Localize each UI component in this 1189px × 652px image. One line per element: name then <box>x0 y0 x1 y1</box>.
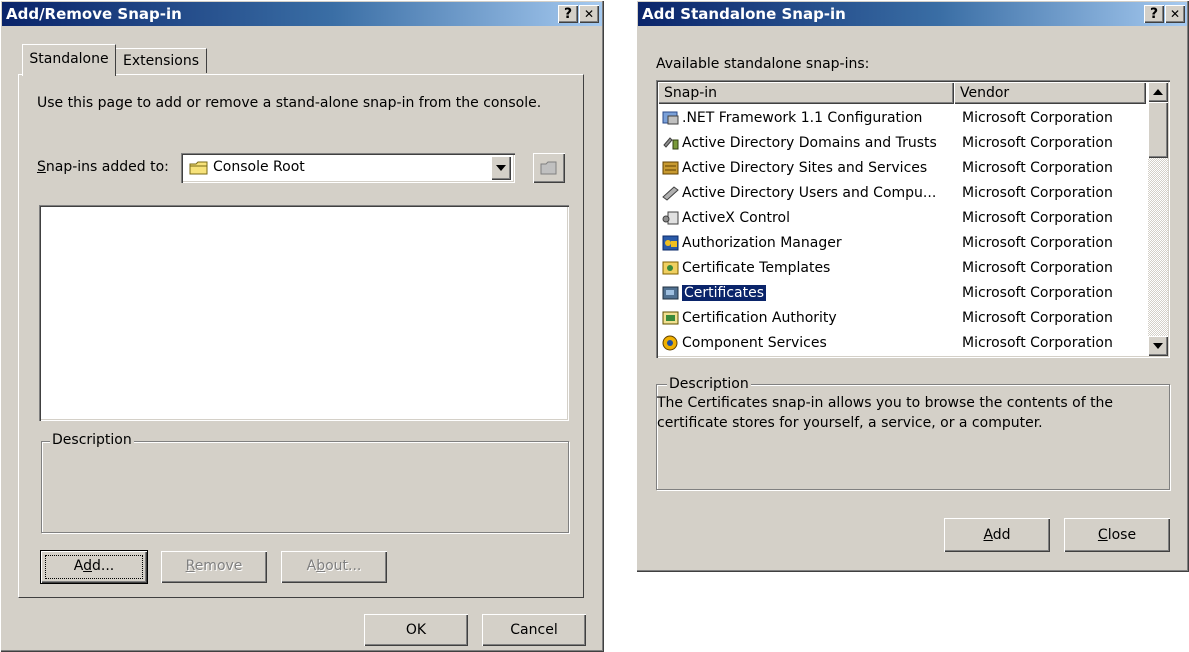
list-item-name: .NET Framework 1.1 Configuration <box>682 110 923 126</box>
close-button-label: Close <box>1097 527 1137 543</box>
tab-extensions[interactable]: Extensions <box>116 48 207 73</box>
list-item-name: Active Directory Sites and Services <box>682 160 928 176</box>
ok-button[interactable]: OK <box>364 614 468 646</box>
list-item-vendor: Microsoft Corporation <box>962 235 1113 251</box>
snapin-listview[interactable]: Snap-in Vendor .NET Framework 1.1 Config… <box>656 80 1170 358</box>
scroll-down-button[interactable] <box>1148 336 1168 356</box>
authorization-icon <box>662 235 680 251</box>
list-item-name: ActiveX Control <box>682 210 790 226</box>
available-label: Available standalone snap-ins: <box>656 56 870 72</box>
tab-page: Use this page to add or remove a stand-a… <box>18 74 584 598</box>
column-header-snapin[interactable]: Snap-in <box>658 82 954 104</box>
title-bar: Add/Remove Snap-in <box>2 2 602 26</box>
list-item-name: Certificates <box>680 284 768 302</box>
add-button-label: Add <box>983 527 1011 543</box>
column-header-vendor-label: Vendor <box>960 85 1010 101</box>
instructions-text: Use this page to add or remove a stand-a… <box>37 95 542 111</box>
close-dialog-button[interactable]: Close <box>1064 518 1170 552</box>
list-item-name: Certificate Templates <box>682 260 831 276</box>
snapins-list[interactable] <box>39 205 569 421</box>
list-item-vendor: Microsoft Corporation <box>962 135 1113 151</box>
title-bar: Add Standalone Snap-in <box>638 2 1187 26</box>
combo-dropdown-arrow[interactable] <box>491 156 511 180</box>
list-item-vendor: Microsoft Corporation <box>962 310 1113 326</box>
help-button[interactable]: ? <box>1144 5 1164 23</box>
scroll-thumb[interactable] <box>1148 102 1168 158</box>
description-group: Description <box>41 432 569 533</box>
users-computers-icon <box>662 185 680 201</box>
activex-icon <box>662 210 680 226</box>
description-text: The Certificates snap-in allows you to b… <box>657 395 1114 431</box>
column-header-vendor[interactable]: Vendor <box>954 82 1146 104</box>
remove-button-label: Remove <box>185 558 243 574</box>
list-item-name: Active Directory Users and Compu... <box>682 185 937 201</box>
list-item[interactable]: Active Directory Sites and Services Micr… <box>662 156 1146 181</box>
list-item-name: Component Services <box>682 335 827 351</box>
list-item-name: Certification Authority <box>682 310 837 326</box>
list-item-vendor: Microsoft Corporation <box>962 285 1113 301</box>
sites-services-icon <box>662 160 680 176</box>
list-item[interactable]: Active Directory Domains and Trusts Micr… <box>662 131 1146 156</box>
browse-folder-button[interactable] <box>533 153 565 183</box>
certification-authority-icon <box>662 310 680 326</box>
add-button[interactable]: Add... <box>40 550 148 584</box>
description-label: Description <box>667 376 751 392</box>
list-item-vendor: Microsoft Corporation <box>962 260 1113 276</box>
list-item-vendor: Microsoft Corporation <box>962 335 1113 351</box>
close-button[interactable]: ✕ <box>1165 5 1185 23</box>
remove-button[interactable]: Remove <box>161 551 267 583</box>
dialog-title: Add/Remove Snap-in <box>6 5 182 23</box>
up-folder-icon <box>540 161 558 180</box>
domains-trusts-icon <box>662 135 680 151</box>
certificate-templates-icon <box>662 260 680 276</box>
list-item-vendor: Microsoft Corporation <box>962 210 1113 226</box>
snapins-added-label: Snap-ins added to: <box>37 159 169 175</box>
add-standalone-snapin-dialog: Add Standalone Snap-in ? ✕ Available sta… <box>636 0 1189 572</box>
tab-extensions-label: Extensions <box>122 53 200 69</box>
list-item[interactable]: Authorization Manager Microsoft Corporat… <box>662 231 1146 256</box>
folder-icon <box>189 160 209 180</box>
about-button-label: About... <box>306 558 362 574</box>
close-button[interactable]: ✕ <box>579 5 599 23</box>
list-item-vendor: Microsoft Corporation <box>962 185 1113 201</box>
description-group: Description The Certificates snap-in all… <box>656 376 1170 490</box>
dialog-title: Add Standalone Snap-in <box>642 5 846 23</box>
column-header-snapin-label: Snap-in <box>664 85 718 101</box>
list-item-selected[interactable]: Certificates Microsoft Corporation <box>662 281 1146 306</box>
component-services-icon <box>662 335 680 351</box>
list-item-name: Authorization Manager <box>682 235 842 251</box>
snapins-added-combo[interactable]: Console Root <box>181 153 515 183</box>
list-item[interactable]: Component Services Microsoft Corporation <box>662 331 1146 356</box>
cancel-button[interactable]: Cancel <box>482 614 586 646</box>
tab-standalone-label: Standalone <box>29 51 109 67</box>
description-label: Description <box>50 432 134 448</box>
help-button[interactable]: ? <box>558 5 578 23</box>
list-item[interactable]: Certification Authority Microsoft Corpor… <box>662 306 1146 331</box>
vertical-scrollbar[interactable] <box>1148 82 1168 356</box>
list-item[interactable]: Certificate Templates Microsoft Corporat… <box>662 256 1146 281</box>
certificates-icon <box>662 285 680 301</box>
list-item[interactable]: ActiveX Control Microsoft Corporation <box>662 206 1146 231</box>
list-item-vendor: Microsoft Corporation <box>962 160 1113 176</box>
combo-value: Console Root <box>213 159 305 175</box>
net-framework-icon <box>662 110 680 126</box>
add-button[interactable]: Add <box>944 518 1050 552</box>
about-button[interactable]: About... <box>281 551 387 583</box>
scroll-up-button[interactable] <box>1148 82 1168 102</box>
list-item[interactable]: Active Directory Users and Compu... Micr… <box>662 181 1146 206</box>
list-item-vendor: Microsoft Corporation <box>962 110 1113 126</box>
add-remove-snapin-dialog: Add/Remove Snap-in ? ✕ Standalone Extens… <box>0 0 604 652</box>
list-item[interactable]: .NET Framework 1.1 Configuration Microso… <box>662 106 1146 131</box>
tab-standalone[interactable]: Standalone <box>22 44 116 76</box>
list-item-name: Active Directory Domains and Trusts <box>682 135 937 151</box>
